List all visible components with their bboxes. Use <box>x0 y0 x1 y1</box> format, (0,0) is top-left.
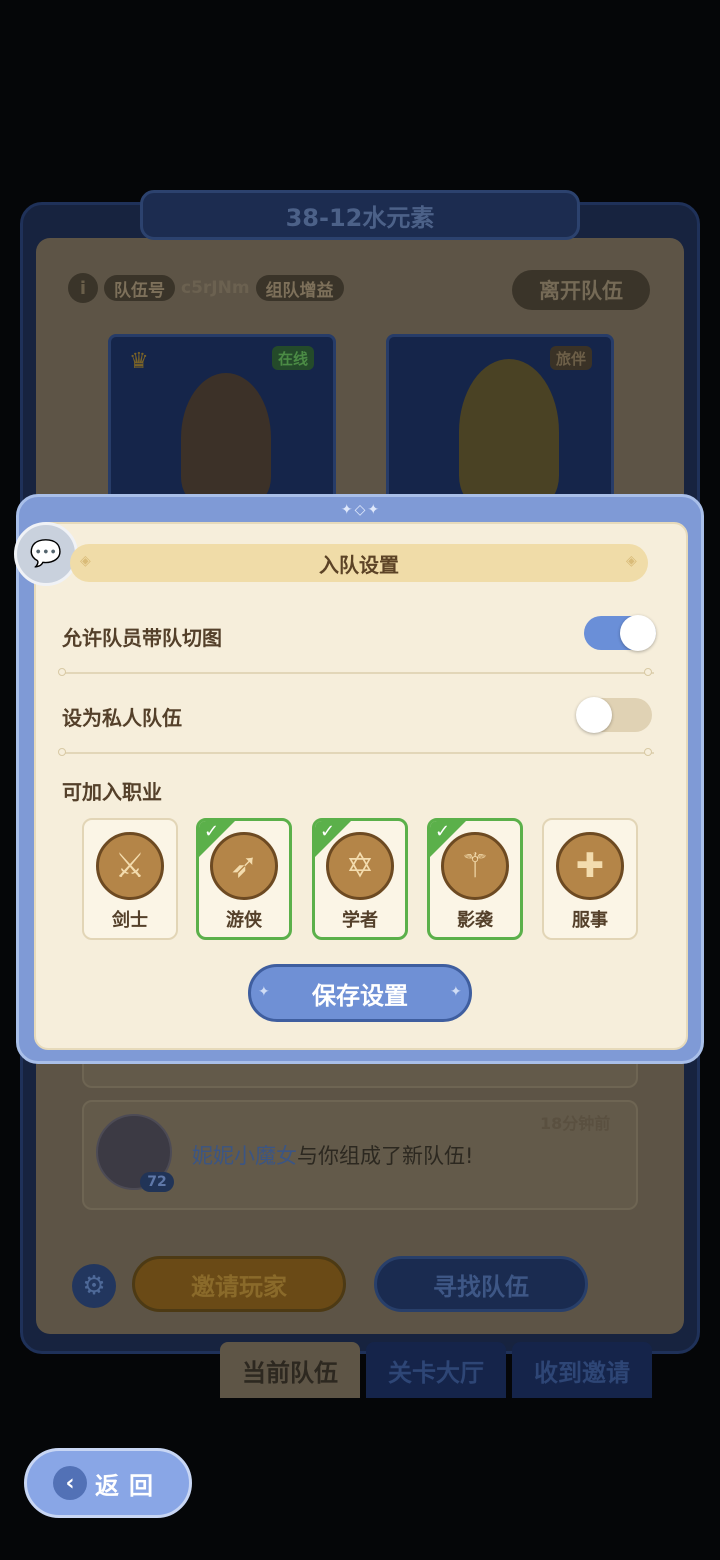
member-avatar <box>181 373 271 499</box>
divider <box>64 752 654 754</box>
sword-icon: ⚔ <box>96 832 164 900</box>
find-team-button[interactable]: 寻找队伍 <box>374 1256 588 1312</box>
cross-icon: ✚ <box>556 832 624 900</box>
crown-icon: ♛ <box>129 349 149 374</box>
class-name: 学者 <box>342 910 378 931</box>
team-bonus-label: 组队增益 <box>265 280 334 301</box>
team-bonus-chip[interactable]: 组队增益 <box>255 275 344 301</box>
tab-invitations[interactable]: 收到邀请 <box>512 1342 652 1398</box>
check-icon: ✓ <box>204 821 220 842</box>
divider <box>64 672 654 674</box>
member-status-companion: 旅伴 <box>550 346 593 370</box>
level-badge: 72 <box>140 1172 174 1192</box>
toggle-knob <box>576 697 612 733</box>
chat-icon[interactable]: 💬 <box>14 522 78 586</box>
divider-dot <box>644 668 652 676</box>
stage-title: 38-12水元素 <box>140 190 580 240</box>
tab-current-team[interactable]: 当前队伍 <box>220 1342 360 1398</box>
setting-label-private: 设为私人队伍 <box>62 706 182 730</box>
message-text: 妮妮小魔女与你组成了新队伍! <box>192 1140 473 1170</box>
class-name: 剑士 <box>112 910 148 931</box>
team-number-chip: 队伍号 <box>104 275 175 301</box>
classes-label: 可加入职业 <box>62 780 162 804</box>
player-name-link[interactable]: 妮妮小魔女 <box>192 1144 297 1168</box>
divider-dot <box>644 748 652 756</box>
dialog-title: 入队设置 <box>70 544 648 582</box>
setting-label-allow-lead: 允许队员带队切图 <box>62 626 222 650</box>
back-label: 返回 <box>95 1471 163 1500</box>
save-settings-button[interactable]: 保存设置 <box>248 964 472 1022</box>
check-icon: ✓ <box>320 821 336 842</box>
message-time: 18分钟前 <box>540 1114 611 1133</box>
check-icon: ✓ <box>435 821 451 842</box>
gear-icon[interactable]: ⚙ <box>72 1264 116 1308</box>
leave-team-button[interactable]: 离开队伍 <box>512 270 650 310</box>
sparkle-icon: ✦ <box>450 984 462 1000</box>
member-status-online: 在线 <box>272 346 315 370</box>
tab-stage-lobby[interactable]: 关卡大厅 <box>366 1342 506 1398</box>
class-option-ranger[interactable]: ➶ 游侠 ✓ <box>196 818 292 940</box>
team-number-label: 队伍号 <box>114 280 165 301</box>
diamond-icon: ◈ <box>80 553 91 569</box>
member-avatar <box>459 359 559 499</box>
class-option-priest[interactable]: ✚ 服事 <box>542 818 638 940</box>
private-team-toggle[interactable] <box>576 697 652 733</box>
team-code: c5rJNm <box>181 278 250 298</box>
class-option-shadow[interactable]: ⚚ 影袭 ✓ <box>427 818 523 940</box>
divider-dot <box>58 668 66 676</box>
allow-lead-toggle[interactable] <box>584 615 656 651</box>
divider-dot <box>58 748 66 756</box>
sparkle-icon: ✦ <box>258 984 270 1000</box>
diamond-icon: ◈ <box>626 553 637 569</box>
class-option-scholar[interactable]: ✡ 学者 ✓ <box>312 818 408 940</box>
class-name: 影袭 <box>457 910 493 931</box>
ornament-icon: ✦◇✦ <box>340 502 382 518</box>
class-option-swordsman[interactable]: ⚔ 剑士 <box>82 818 178 940</box>
class-name: 游侠 <box>226 910 262 931</box>
team-info-row: i 队伍号 c5rJNm 组队增益 <box>68 272 344 304</box>
info-icon[interactable]: i <box>68 273 98 303</box>
invite-player-button[interactable]: 邀请玩家 <box>132 1256 346 1312</box>
back-arrow-icon: ‹ <box>53 1466 87 1500</box>
back-button[interactable]: ‹ 返回 <box>24 1448 192 1518</box>
message-body: 与你组成了新队伍! <box>297 1144 474 1168</box>
toggle-knob <box>620 615 656 651</box>
class-name: 服事 <box>572 910 608 931</box>
